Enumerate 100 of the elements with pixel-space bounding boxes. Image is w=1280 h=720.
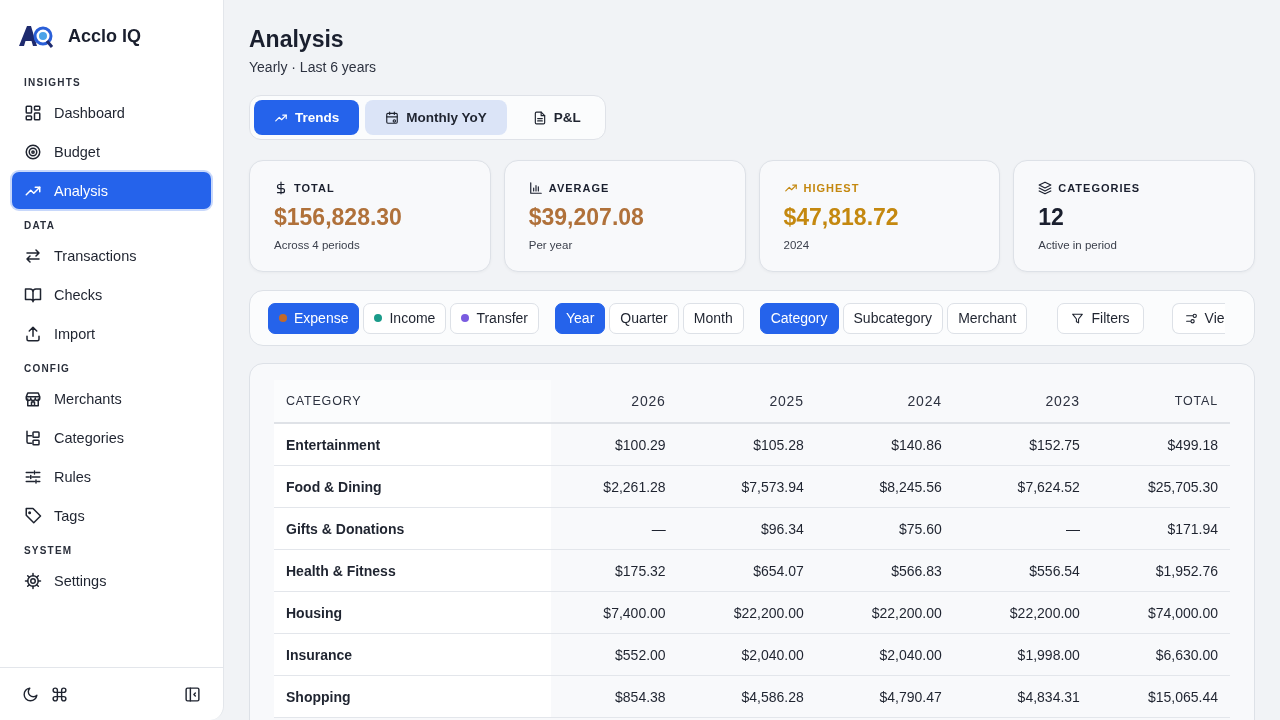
store-icon [24,389,42,408]
filter-icon [1071,311,1085,325]
nav-item[interactable]: Merchants [12,380,211,417]
nav-item[interactable]: Rules [12,458,211,495]
column-header: 2024 [815,380,954,423]
nav-item[interactable]: Tags [12,497,211,534]
period-toggle[interactable]: Year [555,302,606,334]
tab[interactable]: Monthly YoY [365,100,507,135]
stat-label: TOTAL [294,182,335,194]
stat-note: Active in period [1038,239,1118,251]
view-button[interactable]: Vie [1171,302,1225,334]
amount-cell: $4,790.47 [815,675,954,718]
type-toggle[interactable]: Transfer [450,302,539,334]
amount-cell: — [953,507,1092,550]
amount-cell: $152.75 [953,423,1092,466]
logo-icon [18,24,54,48]
amount-cell: $96.34 [677,507,816,550]
stat-note: 2024 [783,239,811,251]
trend-icon [783,181,798,195]
period-toggle[interactable]: Month [682,302,744,334]
command-icon [51,685,68,703]
amount-cell: $1,998.00 [953,633,1092,676]
tab[interactable]: Trends [254,100,360,135]
section-label: INSIGHTS [23,76,82,90]
grouping-toggle[interactable]: Merchant [947,302,1028,334]
layers-icon [1038,181,1053,195]
amount-cell: $22,200.00 [815,591,954,634]
category-cell: Entertainment [274,423,551,466]
category-cell: Housing [274,591,551,634]
bar-chart-icon [528,181,543,195]
nav-item[interactable]: Checks [12,276,211,313]
amount-cell: $8,245.56 [815,465,954,508]
stat-value: 12 [1038,204,1065,231]
nav-item[interactable]: Settings [12,562,211,599]
amount-cell: $7,400.00 [551,591,678,634]
book-icon [24,285,42,304]
stat-label: HIGHEST [803,182,860,194]
app-name: Acclo IQ [68,25,142,47]
nav-item[interactable]: Transactions [12,237,211,274]
stat-note: Per year [528,239,574,251]
settings-icon [24,571,42,590]
category-cell: Food & Dining [274,465,551,508]
amount-cell: $74,000.00 [1091,591,1230,634]
nav-item[interactable]: Analysis [12,172,211,209]
sliders-icon [24,467,42,486]
amount-cell: $75.60 [815,507,954,550]
nav-item[interactable]: Import [12,315,211,352]
nav-item[interactable]: Budget [12,133,211,170]
amount-cell: $654.07 [677,549,816,592]
page-subtitle: Yearly · Last 6 years [249,59,378,75]
stat-label: CATEGORIES [1058,182,1141,194]
doc-icon [532,110,547,125]
amount-cell: $7,624.52 [953,465,1092,508]
category-cell: Insurance [274,633,551,676]
grouping-toggle[interactable]: Subcategory [842,302,944,334]
amount-cell: $105.28 [677,423,816,466]
amount-cell: $2,261.28 [551,465,678,508]
amount-cell: $4,586.28 [677,675,816,718]
tab[interactable]: P&L [512,100,601,135]
amount-cell: $22,200.00 [677,591,816,634]
amount-cell: $25,705.30 [1091,465,1230,508]
nav-item[interactable]: Dashboard [12,94,211,131]
column-header: TOTAL [1091,380,1230,423]
filters-button[interactable]: Filters [1057,302,1144,334]
grouping-toggle[interactable]: Category [759,302,839,334]
grid-icon [24,103,42,122]
amount-cell: $552.00 [551,633,678,676]
amount-cell: $100.29 [551,423,678,466]
amount-cell: $566.83 [815,549,954,592]
amount-cell: $6,630.00 [1091,633,1230,676]
target-icon [24,142,42,161]
amount-cell: $7,573.94 [677,465,816,508]
period-toggle[interactable]: Quarter [609,302,679,334]
stat-value: $156,828.30 [274,204,403,231]
amount-cell: $556.54 [953,549,1092,592]
category-cell: Gifts & Donations [274,507,551,550]
nav-item[interactable]: Categories [12,419,211,456]
type-toggle[interactable]: Income [363,302,447,334]
column-header: 2025 [677,380,816,423]
section-label: DATA [23,219,57,233]
dollar-icon [274,181,288,195]
category-cell: Health & Fitness [274,549,551,592]
calendar-icon [385,110,400,125]
category-cell: Shopping [274,675,551,718]
page-title: Analysis [249,26,345,53]
amount-cell: $1,952.76 [1091,549,1230,592]
amount-cell: $175.32 [551,549,678,592]
amount-cell: $140.86 [815,423,954,466]
amount-cell: $499.18 [1091,423,1230,466]
amount-cell: — [551,507,678,550]
amount-cell: $2,040.00 [677,633,816,676]
tree-icon [24,428,42,447]
upload-icon [24,324,42,343]
amount-cell: $171.94 [1091,507,1230,550]
collapse-icon [184,685,201,703]
amount-cell: $22,200.00 [953,591,1092,634]
column-header: 2023 [953,380,1092,423]
type-toggle[interactable]: Expense [268,302,360,334]
amount-cell: $4,834.31 [953,675,1092,718]
stat-label: AVERAGE [548,182,610,194]
